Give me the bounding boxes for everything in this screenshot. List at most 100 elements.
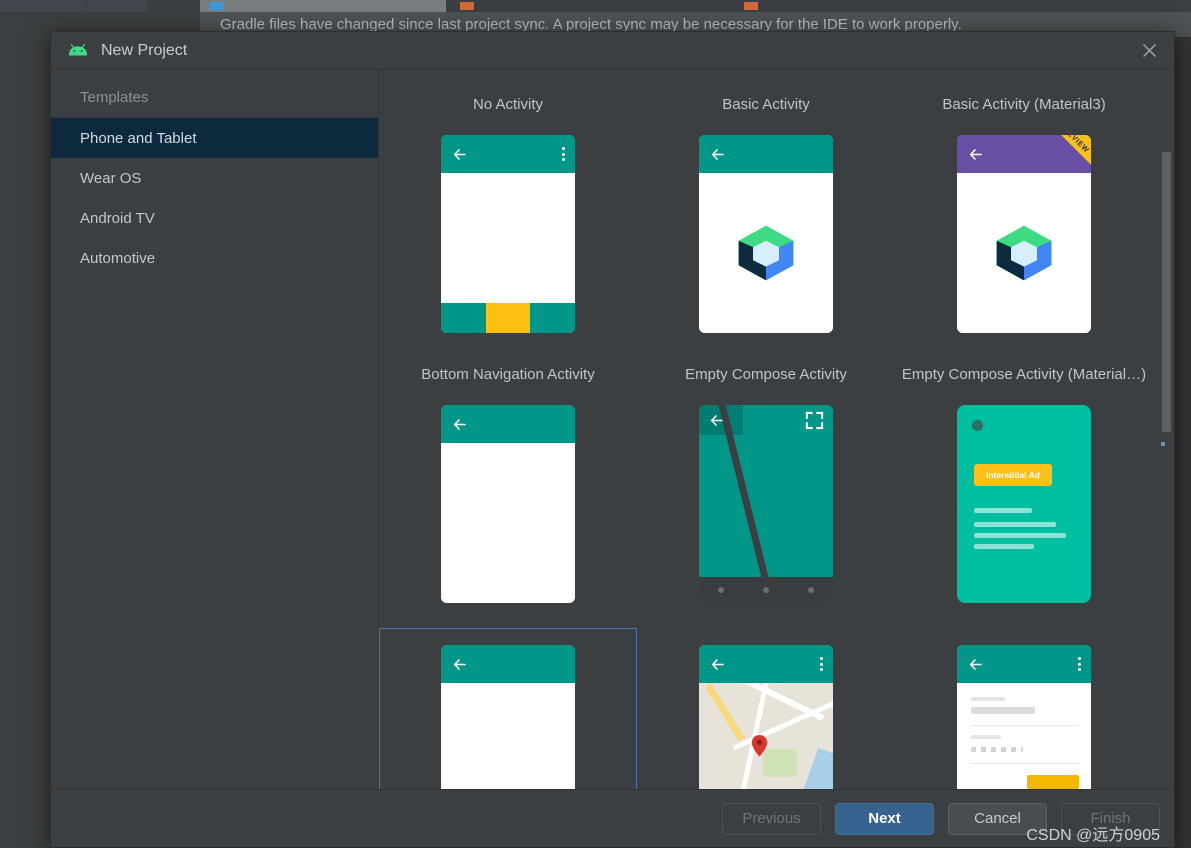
template-card-basic-activity[interactable]: Basic Activity: [637, 88, 895, 358]
template-label: Basic Activity: [722, 95, 810, 113]
phone-content: [441, 443, 575, 603]
back-arrow-icon: [711, 658, 724, 670]
back-arrow-icon: [711, 148, 724, 160]
previous-button[interactable]: Previous: [722, 802, 821, 835]
ide-tab-icon-orange: [744, 2, 758, 10]
sidebar-item-automotive[interactable]: Automotive: [51, 238, 378, 278]
placeholder-line: [974, 544, 1034, 549]
avatar-dot-icon: [972, 420, 983, 431]
sidebar-item-label: Android TV: [80, 209, 155, 227]
template-thumbnail: [441, 119, 575, 349]
map-road: [732, 700, 833, 751]
template-thumbnail: [441, 629, 575, 789]
divider: [971, 763, 1079, 764]
dialog-titlebar: New Project: [51, 32, 1174, 70]
template-label: Bottom Navigation Activity: [421, 365, 595, 383]
back-arrow-icon: [969, 148, 982, 160]
phone-content: [441, 173, 575, 303]
map-park: [763, 749, 797, 777]
app-bar: [699, 645, 833, 683]
back-arrow-icon: [710, 414, 723, 426]
template-card-empty-compose-activity-material[interactable]: Empty Compose Activity (Material…) Inter…: [895, 358, 1153, 628]
bottom-navigation-bar: [441, 303, 575, 333]
overflow-menu-icon: [562, 147, 565, 161]
placeholder-line: [971, 707, 1035, 714]
fullscreen-expand-icon: [805, 411, 824, 429]
template-thumbnail: [699, 629, 833, 789]
placeholder-line: [971, 735, 1001, 739]
phone-content: [699, 173, 833, 333]
divider: [971, 725, 1079, 726]
app-bar: [441, 645, 575, 683]
template-grid: No Activity Basic Activity Basic Activit…: [379, 70, 1174, 789]
sidebar-header: Templates: [51, 78, 378, 118]
app-bar: [699, 405, 833, 435]
template-label: Empty Compose Activity: [685, 365, 847, 383]
template-card-basic-activity-material3[interactable]: Basic Activity (Material3) PREVIEW: [895, 88, 1153, 358]
finish-button[interactable]: Finish: [1061, 802, 1160, 835]
cancel-button[interactable]: Cancel: [948, 802, 1047, 835]
template-grid-area: No Activity Basic Activity Basic Activit…: [379, 70, 1174, 789]
sidebar-item-android-tv[interactable]: Android TV: [51, 198, 378, 238]
back-arrow-icon: [453, 418, 466, 430]
phone-content: [441, 683, 575, 789]
template-card-no-activity[interactable]: No Activity: [379, 88, 637, 358]
previous-button-label: Previous: [742, 810, 801, 827]
ide-tab-active[interactable]: [200, 0, 446, 12]
app-bar: [957, 645, 1091, 683]
dialog-footer: Previous Next Cancel Finish CSDN @远方0905: [51, 789, 1174, 847]
jetpack-compose-logo-icon: [738, 225, 794, 281]
template-card-empty-activity[interactable]: Empty Activity: [379, 628, 637, 789]
sidebar-item-wear-os[interactable]: Wear OS: [51, 158, 378, 198]
jetpack-compose-logo-icon: [996, 225, 1052, 281]
overflow-menu-icon: [820, 657, 823, 671]
fullscreen-phone-mock: [699, 405, 833, 603]
template-card-fullscreen-activity[interactable]: Fullscreen Activity: [637, 628, 895, 789]
sidebar-item-label: Wear OS: [80, 169, 142, 187]
template-label: Basic Activity (Material3): [942, 95, 1106, 113]
placeholder-line: [974, 533, 1066, 538]
sidebar-item-label: Phone and Tablet: [80, 129, 197, 147]
template-thumbnail: [699, 119, 833, 349]
system-navigation-bar: [699, 577, 833, 603]
ide-tab-fragment[interactable]: [0, 0, 86, 12]
phone-mock: [957, 645, 1091, 789]
finish-button-label: Finish: [1090, 810, 1131, 827]
template-card-empty-compose-activity[interactable]: Empty Compose Activity: [637, 358, 895, 628]
scrollbar-thumb[interactable]: [1162, 152, 1171, 432]
phone-mock: [441, 135, 575, 333]
template-thumbnail: [957, 629, 1091, 789]
preview-ribbon: PREVIEW: [1035, 135, 1091, 177]
ide-tab-fragment[interactable]: [87, 0, 147, 12]
primary-action-chip: [1027, 775, 1079, 789]
phone-content: [957, 173, 1091, 333]
ide-editor-tab-strip: [0, 0, 1191, 12]
overflow-menu-icon: [1078, 657, 1081, 671]
password-dots: [971, 747, 1023, 752]
next-button-label: Next: [868, 810, 901, 827]
templates-sidebar: Templates Phone and Tablet Wear OS Andro…: [51, 70, 379, 789]
placeholder-line: [974, 522, 1056, 527]
template-grid-scrollbar[interactable]: [1158, 70, 1174, 789]
phone-content: [699, 683, 833, 789]
placeholder-line: [971, 697, 1005, 701]
scrollbar-marker: [1161, 442, 1165, 446]
template-card-google-admob-ads-activity[interactable]: Google AdMob Ads Activity: [895, 628, 1153, 789]
cancel-button-label: Cancel: [974, 810, 1021, 827]
new-project-dialog: New Project Templates Phone and Tablet W…: [50, 31, 1175, 848]
template-thumbnail: Interstitial Ad: [957, 389, 1091, 619]
app-bar: [699, 135, 833, 173]
map-preview: [699, 683, 833, 789]
android-logo-icon: [67, 43, 89, 59]
dialog-body: Templates Phone and Tablet Wear OS Andro…: [51, 70, 1174, 789]
close-icon[interactable]: [1132, 36, 1166, 66]
placeholder-line: [974, 508, 1032, 513]
template-card-bottom-navigation-activity[interactable]: Bottom Navigation Activity: [379, 358, 637, 628]
template-label: Empty Compose Activity (Material…): [901, 365, 1147, 383]
dialog-title: New Project: [101, 41, 188, 59]
sidebar-item-phone-and-tablet[interactable]: Phone and Tablet: [51, 118, 378, 158]
next-button[interactable]: Next: [835, 802, 934, 835]
sidebar-header-label: Templates: [80, 89, 149, 106]
phone-mock: PREVIEW: [957, 135, 1091, 333]
template-thumbnail: [699, 389, 833, 619]
